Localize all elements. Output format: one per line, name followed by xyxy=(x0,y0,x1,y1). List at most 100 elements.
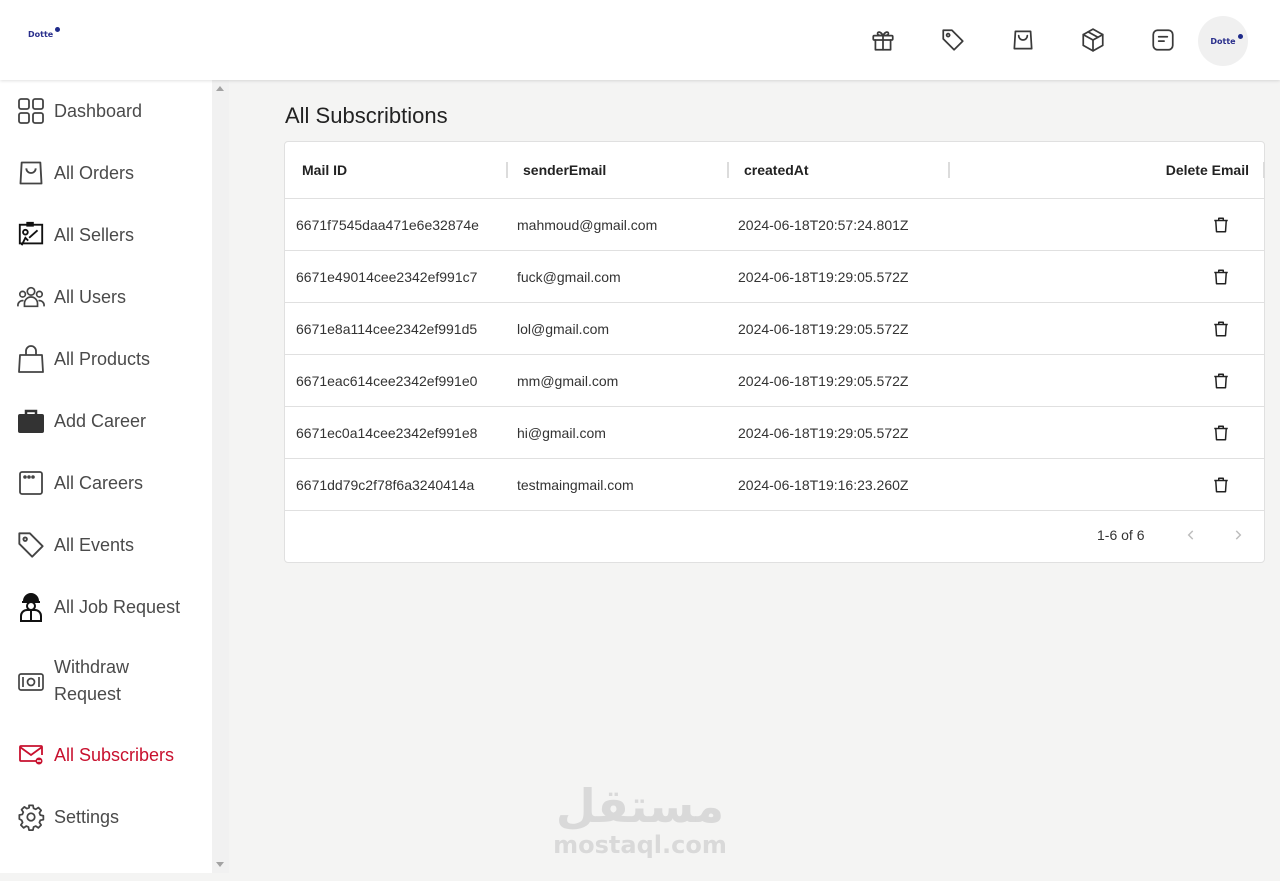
column-separator[interactable] xyxy=(506,162,508,178)
cell-mail-id: 6671e49014cee2342ef991c7 xyxy=(296,268,478,285)
watermark-latin: mostaql.com xyxy=(553,831,727,859)
subscriptions-table: Mail ID senderEmail createdAt Delete Ema… xyxy=(284,141,1265,563)
sidebar-item-all-job-request[interactable]: All Job Request xyxy=(0,592,212,622)
trash-icon[interactable] xyxy=(1211,319,1231,339)
package-icon[interactable] xyxy=(1078,24,1108,56)
sidebar: Dashboard All Orders All Sellers All Use… xyxy=(0,80,212,873)
cell-created-at: 2024-06-18T19:29:05.572Z xyxy=(738,424,909,441)
watermark-arabic: مستقل xyxy=(555,779,725,833)
cell-mail-id: 6671f7545daa471e6e32874e xyxy=(296,216,479,233)
sidebar-item-all-products[interactable]: All Products xyxy=(0,344,212,374)
scroll-down-arrow[interactable] xyxy=(216,862,224,867)
cell-created-at: 2024-06-18T19:29:05.572Z xyxy=(738,268,909,285)
tag-icon[interactable] xyxy=(938,24,968,56)
note-icon[interactable] xyxy=(1148,24,1178,56)
cell-sender-email: testmaingmail.com xyxy=(517,476,634,493)
sidebar-item-label: All Products xyxy=(54,348,151,369)
users-icon xyxy=(17,283,45,311)
trash-icon[interactable] xyxy=(1211,215,1231,235)
avatar-text: Dotte xyxy=(1210,36,1236,46)
column-header-sender-email[interactable]: senderEmail xyxy=(523,142,723,198)
column-separator[interactable] xyxy=(1263,162,1265,178)
cell-sender-email: lol@gmail.com xyxy=(517,320,610,337)
table-row[interactable]: 6671eac614cee2342ef991e0 mm@gmail.com 20… xyxy=(285,355,1264,407)
cell-created-at: 2024-06-18T19:16:23.260Z xyxy=(738,476,909,493)
sidebar-item-all-users[interactable]: All Users xyxy=(0,282,212,312)
trash-icon[interactable] xyxy=(1211,423,1231,443)
shopping-bag-icon xyxy=(17,159,45,187)
sidebar-item-dashboard[interactable]: Dashboard xyxy=(0,96,212,126)
dashboard-icon xyxy=(17,97,45,125)
sidebar-item-label: All Users xyxy=(54,286,127,307)
briefcase-icon xyxy=(17,407,45,435)
sidebar-item-label: Dashboard xyxy=(54,100,143,121)
cell-created-at: 2024-06-18T20:57:24.801Z xyxy=(738,216,909,233)
trash-icon[interactable] xyxy=(1211,475,1231,495)
sidebar-item-withdraw-request[interactable]: Withdraw Request xyxy=(0,654,212,710)
sidebar-item-label: All Job Request xyxy=(54,596,181,617)
table-row[interactable]: 6671dd79c2f78f6a3240414a testmaingmail.c… xyxy=(285,459,1264,511)
table-row[interactable]: 6671f7545daa471e6e32874e mahmoud@gmail.c… xyxy=(285,199,1264,251)
column-header-delete-email[interactable]: Delete Email xyxy=(1125,142,1249,198)
avatar-dot xyxy=(1237,33,1243,39)
tag-icon xyxy=(17,531,45,559)
avatar[interactable]: Dotte xyxy=(1198,16,1248,66)
sidebar-item-label: All Subscribers xyxy=(54,744,175,765)
sidebar-item-add-career[interactable]: Add Career xyxy=(0,406,212,436)
column-header-created-at[interactable]: createdAt xyxy=(744,142,944,198)
cell-mail-id: 6671eac614cee2342ef991e0 xyxy=(296,372,478,389)
column-separator[interactable] xyxy=(948,162,950,178)
column-header-mail-id[interactable]: Mail ID xyxy=(302,142,502,198)
worker-icon xyxy=(17,593,45,622)
cell-sender-email: mm@gmail.com xyxy=(517,372,619,389)
cell-created-at: 2024-06-18T19:29:05.572Z xyxy=(738,372,909,389)
bottom-strip xyxy=(0,873,1280,881)
sellers-icon xyxy=(17,221,45,249)
sidebar-item-all-careers[interactable]: All Careers xyxy=(0,468,212,498)
avatar-logo: Dotte xyxy=(1210,33,1243,46)
watermark: مستقل mostaql.com xyxy=(540,780,740,858)
logo[interactable]: Dotte xyxy=(28,27,61,39)
sidebar-item-label: Add Career xyxy=(54,410,147,431)
trash-icon[interactable] xyxy=(1211,267,1231,287)
sidebar-item-label: Settings xyxy=(54,806,120,827)
cell-sender-email: fuck@gmail.com xyxy=(517,268,621,285)
sidebar-item-label-line2: Request xyxy=(54,684,122,704)
cash-icon xyxy=(17,668,45,696)
sidebar-item-all-sellers[interactable]: All Sellers xyxy=(0,220,212,250)
sidebar-item-label: All Events xyxy=(54,534,135,555)
chevron-right-icon[interactable] xyxy=(1227,524,1249,546)
cell-sender-email: mahmoud@gmail.com xyxy=(517,216,658,233)
cell-mail-id: 6671e8a114cee2342ef991d5 xyxy=(296,320,478,337)
sidebar-item-label: All Orders xyxy=(54,162,135,183)
table-row[interactable]: 6671ec0a14cee2342ef991e8 hi@gmail.com 20… xyxy=(285,407,1264,459)
cell-created-at: 2024-06-18T19:29:05.572Z xyxy=(738,320,909,337)
cell-mail-id: 6671ec0a14cee2342ef991e8 xyxy=(296,424,478,441)
trash-icon[interactable] xyxy=(1211,371,1231,391)
logo-text: Dotte xyxy=(28,30,54,39)
chevron-left-icon[interactable] xyxy=(1180,524,1202,546)
sidebar-item-label: Withdraw xyxy=(54,657,130,677)
table-row[interactable]: 6671e8a114cee2342ef991d5 lol@gmail.com 2… xyxy=(285,303,1264,355)
sidebar-item-all-subscribers[interactable]: All Subscribers xyxy=(0,740,212,770)
top-bar: Dotte Dotte xyxy=(0,0,1280,80)
handbag-icon xyxy=(17,345,45,373)
sidebar-item-settings[interactable]: Settings xyxy=(0,802,212,832)
sidebar-item-label: All Careers xyxy=(54,472,144,493)
column-separator[interactable] xyxy=(727,162,729,178)
cell-sender-email: hi@gmail.com xyxy=(517,424,606,441)
sidebar-item-label: All Sellers xyxy=(54,224,135,245)
table-row[interactable]: 6671e49014cee2342ef991c7 fuck@gmail.com … xyxy=(285,251,1264,303)
shopping-bag-icon[interactable] xyxy=(1008,24,1038,56)
scroll-up-arrow[interactable] xyxy=(216,86,224,91)
logo-dot xyxy=(55,27,61,32)
sidebar-item-all-events[interactable]: All Events xyxy=(0,530,212,560)
window-icon xyxy=(17,469,45,497)
gift-icon[interactable] xyxy=(868,24,898,56)
mail-icon xyxy=(17,741,45,769)
sidebar-scrollbar[interactable] xyxy=(212,80,229,873)
page-title: All Subscribtions xyxy=(285,103,448,128)
cell-mail-id: 6671dd79c2f78f6a3240414a xyxy=(296,476,475,493)
gear-icon xyxy=(17,803,45,831)
sidebar-item-all-orders[interactable]: All Orders xyxy=(0,158,212,188)
